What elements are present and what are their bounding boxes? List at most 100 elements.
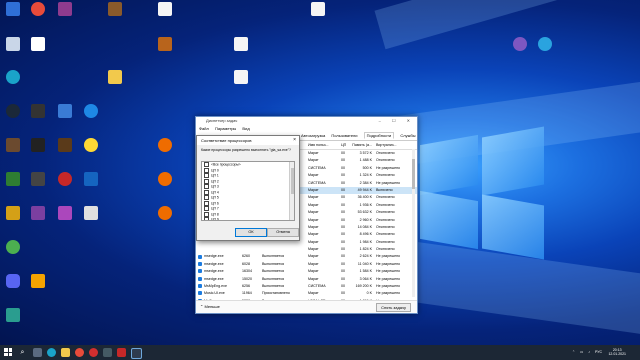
ok-button[interactable]: ОК (235, 228, 267, 237)
desktop-icon[interactable] (0, 274, 26, 288)
menu-file[interactable]: Файл (199, 126, 209, 131)
desktop-icon[interactable] (52, 138, 78, 152)
checkbox[interactable] (204, 195, 209, 200)
list-scrollbar[interactable] (289, 162, 294, 220)
checkbox[interactable] (204, 211, 209, 217)
desktop-icon[interactable] (78, 138, 104, 152)
desktop-icon[interactable] (52, 2, 78, 16)
checkbox[interactable] (204, 189, 209, 195)
edge-taskbar-icon[interactable] (47, 348, 56, 357)
desktop-icon[interactable] (0, 37, 26, 51)
processor-checkbox-item[interactable]: ЦП 9 (202, 217, 294, 220)
table-row[interactable]: msedge.exe 15020 Выполняется Марат 00 3 064 K… (196, 276, 417, 283)
task-view-icon[interactable] (33, 348, 42, 357)
desktop-icon[interactable] (152, 172, 178, 186)
checkbox[interactable] (204, 178, 209, 184)
table-row[interactable]: msedge.exe 6028 Выполняется Марат 00 11 040 K… (196, 261, 417, 268)
language-indicator[interactable]: РУС (595, 350, 602, 354)
desktop-icon[interactable] (532, 37, 558, 51)
checkbox[interactable] (204, 167, 209, 173)
table-row[interactable]: Марат 00 1 824 K Отключено (196, 246, 417, 253)
desktop-icon[interactable] (78, 206, 104, 220)
end-task-button[interactable]: Снять задачу (376, 303, 411, 312)
desktop-icon[interactable] (228, 37, 254, 51)
cell-user: Марат (308, 187, 319, 192)
menu-options[interactable]: Параметры (215, 126, 236, 131)
checkbox[interactable] (204, 173, 209, 178)
tab-details[interactable]: Подробности (363, 132, 395, 139)
column-cpu[interactable]: ЦП (341, 141, 349, 149)
desktop-icon[interactable] (52, 104, 78, 118)
start-button[interactable] (4, 348, 13, 357)
table-row[interactable]: msedge.exe 16304 Выполняется Марат 00 1 584 K… (196, 268, 417, 275)
table-row[interactable]: msedge.exe 6260 Выполняется Марат 00 2 624 K Н… (196, 253, 417, 260)
checkbox-label: <Все процессоры> (211, 162, 241, 167)
window-controls[interactable]: – ☐ ✕ (379, 117, 415, 125)
desktop-icon[interactable] (0, 2, 26, 16)
desktop-icon[interactable] (25, 274, 51, 288)
search-icon[interactable]: ⌕ (18, 348, 27, 357)
desktop-icon[interactable] (152, 138, 178, 152)
checkbox[interactable] (204, 162, 209, 167)
app-taskbar-icon[interactable] (89, 348, 98, 357)
desktop-icon[interactable] (0, 104, 26, 118)
desktop-icon[interactable] (25, 138, 51, 152)
processor-list[interactable]: <Все процессоры> ЦП 0 ЦП 1 ЦП 2 ЦП 3 ЦП 4 ЦП 5… (201, 161, 295, 221)
fewer-details-button[interactable]: ⌃ Меньше (200, 304, 220, 309)
checkbox[interactable] (204, 206, 209, 211)
vertical-scrollbar[interactable] (412, 149, 415, 297)
desktop-icon[interactable] (25, 206, 51, 220)
checkbox-label: ЦП 1 (211, 173, 219, 178)
desktop-icon[interactable] (102, 70, 128, 84)
checkbox[interactable] (204, 217, 209, 220)
column-user[interactable]: Имя польз... (308, 141, 338, 149)
desktop-icon[interactable] (0, 240, 26, 254)
desktop-icon[interactable] (152, 37, 178, 51)
desktop-icon[interactable] (507, 37, 533, 51)
table-row[interactable]: MsMpEng.exe 6256 Выполняется СИСТЕМА 00 169 2… (196, 283, 417, 290)
tray-icons[interactable]: ⌃ ▭ ♪ (572, 350, 592, 354)
checkbox[interactable] (204, 200, 209, 206)
column-memory[interactable]: Память (а... (352, 141, 372, 149)
tab-users[interactable]: Пользователи (331, 133, 357, 138)
tab-startup[interactable]: Автозагрузка (301, 133, 325, 138)
desktop-icon[interactable] (25, 172, 51, 186)
desktop-icon[interactable] (228, 70, 254, 84)
close-icon[interactable]: × (293, 136, 296, 145)
scrollbar-thumb[interactable] (290, 168, 294, 194)
scrollbar-thumb[interactable] (412, 159, 415, 189)
cancel-button[interactable]: Отмена (267, 228, 299, 237)
processor-affinity-dialog[interactable]: Соответствие процессоров × Какие процесс… (196, 135, 300, 241)
desktop-icon[interactable] (52, 206, 78, 220)
task-manager-titlebar[interactable]: Диспетчер задач – ☐ ✕ (196, 117, 417, 125)
column-virtualization[interactable]: Виртуализ... (376, 141, 410, 149)
desktop-icon[interactable] (78, 172, 104, 186)
app-taskbar-icon[interactable] (103, 348, 112, 357)
desktop-icon[interactable] (78, 104, 104, 118)
menu-view[interactable]: Вид (242, 126, 249, 131)
desktop-icon[interactable] (25, 104, 51, 118)
desktop-icon[interactable] (52, 172, 78, 186)
desktop-icon[interactable] (25, 37, 51, 51)
desktop-icon[interactable] (0, 308, 26, 322)
clock[interactable]: 20:13 12.01.2021 (608, 348, 626, 356)
cell-mem: 1 584 K (359, 269, 372, 274)
desktop-icon[interactable] (152, 206, 178, 220)
desktop-icon[interactable] (102, 2, 128, 16)
desktop-icon[interactable] (0, 206, 26, 220)
cell-status: Выполняется (262, 254, 285, 259)
desktop-icon[interactable] (305, 2, 331, 16)
desktop-icon[interactable] (0, 172, 26, 186)
checkbox[interactable] (204, 184, 209, 189)
desktop-icon[interactable] (152, 2, 178, 16)
desktop-icon[interactable] (25, 2, 51, 16)
app-taskbar-icon[interactable] (117, 348, 126, 357)
tab-services[interactable]: Службы (400, 133, 415, 138)
chrome-taskbar-icon[interactable] (75, 348, 84, 357)
task-manager-taskbar-icon[interactable] (131, 348, 142, 359)
desktop-icon[interactable] (0, 70, 26, 84)
desktop-icon[interactable] (0, 138, 26, 152)
dialog-titlebar[interactable]: Соответствие процессоров × (197, 136, 299, 145)
file-explorer-icon[interactable] (61, 348, 70, 357)
table-row[interactable]: Music.UI.exe 11964 Приостановлено Марат 00 0 … (196, 290, 417, 297)
